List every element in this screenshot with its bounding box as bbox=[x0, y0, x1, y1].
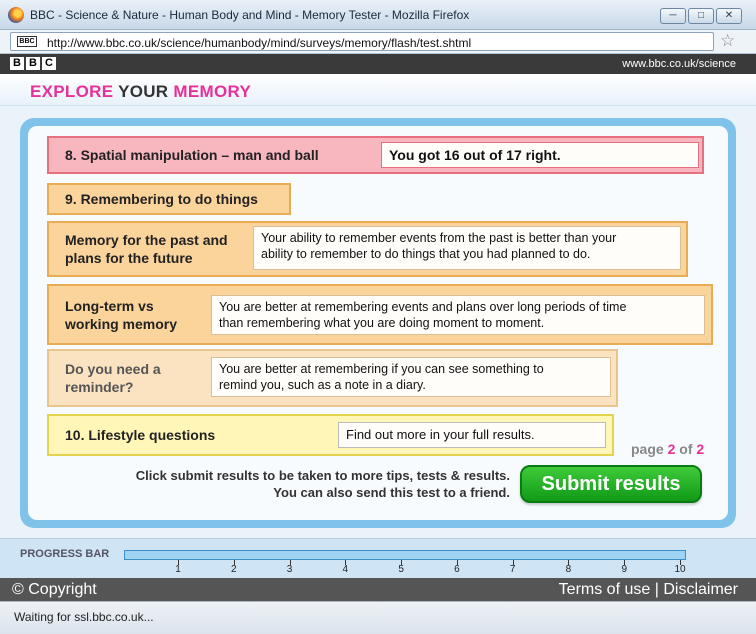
bbc-logo-letter: B bbox=[26, 57, 40, 70]
progress-tick-label: 5 bbox=[398, 564, 404, 575]
site-favicon-icon: BBC bbox=[17, 36, 37, 47]
progress-tick-label: 10 bbox=[674, 564, 686, 575]
bbc-logo[interactable]: B B C bbox=[10, 57, 56, 70]
result-label-line: Long-term vs bbox=[65, 297, 154, 314]
progress-label: PROGRESS BAR bbox=[20, 548, 110, 560]
result-message-line: than remembering what you are doing mome… bbox=[219, 316, 545, 330]
instruction-line: You can also send this test to a friend. bbox=[273, 485, 510, 500]
result-label: Memory for the past and plans for the fu… bbox=[49, 231, 228, 267]
footer-links: Terms of use | Disclaimer bbox=[559, 581, 738, 599]
page-header: EXPLORE YOUR MEMORY bbox=[0, 74, 756, 106]
progress-tick-label: 2 bbox=[230, 564, 237, 575]
window-title: BBC - Science & Nature - Human Body and … bbox=[30, 8, 470, 22]
page-title: EXPLORE YOUR MEMORY bbox=[30, 82, 251, 102]
url-text[interactable]: http://www.bbc.co.uk/science/humanbody/m… bbox=[47, 36, 471, 50]
maximize-button[interactable]: □ bbox=[688, 8, 714, 24]
result-row-long-term-vs-working: Long-term vs working memory You are bett… bbox=[47, 284, 713, 345]
disclaimer-link[interactable]: Disclaimer bbox=[663, 581, 738, 598]
submit-instructions: Click submit results to be taken to more… bbox=[104, 467, 510, 501]
progress-tick-label: 4 bbox=[342, 564, 349, 575]
result-message: Find out more in your full results. bbox=[338, 422, 606, 448]
result-label: Long-term vs working memory bbox=[49, 297, 177, 333]
page-current: 2 bbox=[667, 441, 676, 457]
result-row-lifestyle: 10. Lifestyle questions Find out more in… bbox=[47, 414, 614, 456]
result-label-line: working memory bbox=[65, 315, 178, 332]
instruction-line: Click submit results to be taken to more… bbox=[135, 468, 510, 483]
result-label: 10. Lifestyle questions bbox=[65, 427, 216, 443]
result-label-line: reminder? bbox=[65, 379, 134, 395]
result-label-line: plans for the future bbox=[65, 250, 193, 266]
copyright-link[interactable]: © Copyright bbox=[12, 581, 97, 599]
progress-tick-label: 1 bbox=[175, 564, 181, 575]
result-label-line: Memory for the past and bbox=[65, 232, 228, 248]
terms-link[interactable]: Terms of use bbox=[559, 581, 651, 598]
page-total: 2 bbox=[696, 441, 705, 457]
page-prefix: page bbox=[631, 441, 664, 457]
site-link[interactable]: www.bbc.co.uk/science bbox=[622, 58, 736, 70]
page-sep: of bbox=[679, 441, 693, 457]
bbc-header: B B C www.bbc.co.uk/science bbox=[0, 54, 756, 74]
browser-status-bar: Waiting for ssl.bbc.co.uk... bbox=[0, 601, 756, 634]
result-message: Your ability to remember events from the… bbox=[253, 226, 681, 270]
result-row-remembering-to-do: 9. Remembering to do things bbox=[47, 183, 291, 215]
progress-tick-label: 9 bbox=[621, 564, 627, 575]
result-message: You are better at remembering events and… bbox=[211, 295, 705, 335]
page-indicator: page 2 of 2 bbox=[631, 441, 704, 457]
result-row-need-a-reminder: Do you need a reminder? You are better a… bbox=[47, 349, 618, 407]
result-message-line: remind you, such as a note in a diary. bbox=[219, 378, 426, 392]
progress-area: PROGRESS BAR 1 2 3 4 5 6 7 8 9 10 bbox=[0, 538, 756, 578]
progress-bar bbox=[124, 550, 686, 560]
minimize-button[interactable]: ─ bbox=[660, 8, 686, 24]
title-your: YOUR bbox=[118, 82, 169, 101]
result-label: 8. Spatial manipulation – man and ball bbox=[65, 147, 319, 163]
bbc-footer: © Copyright Terms of use | Disclaimer bbox=[0, 578, 756, 601]
bookmark-star-icon[interactable]: ☆ bbox=[720, 32, 735, 50]
result-label-line: Do you need a bbox=[65, 361, 161, 377]
title-memory: MEMORY bbox=[173, 82, 252, 101]
window-titlebar: BBC - Science & Nature - Human Body and … bbox=[0, 0, 756, 30]
progress-tick-label: 7 bbox=[509, 564, 516, 575]
submit-results-button[interactable]: Submit results bbox=[520, 465, 702, 503]
result-message-line: ability to remember to do things that yo… bbox=[261, 247, 591, 261]
result-message-line: You are better at remembering if you can… bbox=[219, 362, 544, 376]
result-label: 9. Remembering to do things bbox=[65, 191, 258, 207]
footer-separator: | bbox=[654, 581, 659, 598]
result-row-spatial-manipulation: 8. Spatial manipulation – man and ball Y… bbox=[47, 136, 704, 174]
progress-tick-label: 3 bbox=[286, 564, 293, 575]
bbc-logo-letter: C bbox=[42, 57, 56, 70]
url-field[interactable]: BBC http://www.bbc.co.uk/science/humanbo… bbox=[10, 32, 714, 51]
result-message: You got 16 out of 17 right. bbox=[381, 142, 699, 168]
result-message-line: Your ability to remember events from the… bbox=[261, 231, 617, 245]
result-row-past-and-future: Memory for the past and plans for the fu… bbox=[47, 221, 688, 277]
progress-tick-label: 8 bbox=[565, 564, 572, 575]
close-button[interactable]: ✕ bbox=[716, 8, 742, 24]
progress-tick-label: 6 bbox=[454, 564, 460, 575]
status-text: Waiting for ssl.bbc.co.uk... bbox=[14, 610, 154, 624]
title-explore: EXPLORE bbox=[30, 82, 114, 101]
result-message: You are better at remembering if you can… bbox=[211, 357, 611, 397]
bbc-logo-letter: B bbox=[10, 57, 24, 70]
result-label: Do you need a reminder? bbox=[49, 360, 161, 396]
result-message-line: You are better at remembering events and… bbox=[219, 300, 627, 314]
firefox-icon bbox=[8, 7, 24, 23]
address-bar-area: BBC http://www.bbc.co.uk/science/humanbo… bbox=[0, 30, 756, 54]
